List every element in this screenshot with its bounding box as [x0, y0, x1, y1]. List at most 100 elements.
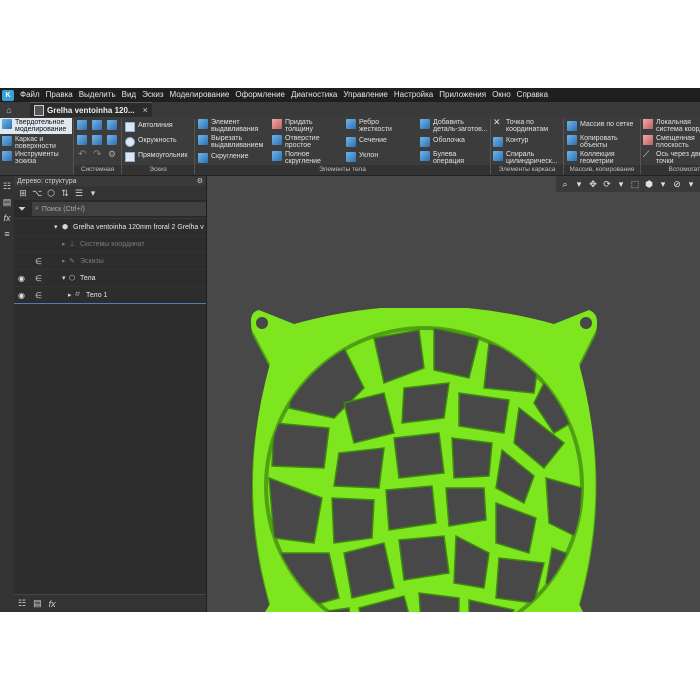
- expand-arrow-icon[interactable]: ▸: [68, 291, 72, 299]
- ribbon-simple-hole[interactable]: Отверстие простое: [272, 135, 326, 149]
- mode-sketch-tools[interactable]: Инструменты эскиза: [0, 151, 72, 165]
- chevron-down-icon[interactable]: ▾: [573, 178, 585, 190]
- display-mode-icon[interactable]: ⬢: [643, 178, 655, 190]
- ribbon-rib[interactable]: Ребро жесткости: [346, 119, 396, 133]
- settings-icon[interactable]: ⚙: [108, 149, 116, 160]
- extrude-icon: [198, 119, 208, 129]
- ribbon-boolean[interactable]: Булева операция: [420, 151, 466, 165]
- ribbon-autoline[interactable]: Автолиния: [125, 122, 173, 132]
- menu-view[interactable]: Вид: [119, 88, 139, 102]
- ribbon-extrude[interactable]: Элемент выдавливания: [198, 119, 264, 133]
- visibility-icon[interactable]: ⊘: [671, 178, 683, 190]
- ribbon-local-cs[interactable]: Локальная система коорд: [643, 119, 700, 133]
- menu-settings[interactable]: Настройка: [391, 88, 436, 102]
- ribbon-add-blank[interactable]: Добавить деталь-заготов...: [420, 119, 490, 133]
- fx-icon[interactable]: fx: [1, 212, 13, 224]
- print-icon[interactable]: [77, 135, 87, 145]
- filter-icon[interactable]: ⏷: [14, 204, 30, 215]
- tree-bodies-label: Тела: [80, 274, 96, 282]
- menu-control[interactable]: Управление: [340, 88, 390, 102]
- properties-icon[interactable]: [107, 135, 117, 145]
- eye-icon[interactable]: ◉: [18, 291, 28, 300]
- ribbon-contour[interactable]: Контур: [493, 137, 528, 147]
- chevron-down-icon[interactable]: ▾: [657, 178, 669, 190]
- close-icon[interactable]: ×: [143, 105, 148, 115]
- search-input[interactable]: ⌕ Поиск (Ctrl+/): [32, 202, 206, 216]
- properties-tab-icon[interactable]: ▤: [33, 598, 42, 609]
- menu-modeling[interactable]: Моделирование: [166, 88, 232, 102]
- layers-icon[interactable]: ≡: [1, 228, 13, 240]
- body-filter-icon[interactable]: ⬡: [46, 188, 56, 198]
- ribbon-axis-two-points[interactable]: ⟋ Ось через две точки: [643, 150, 700, 166]
- mode-solid-modeling[interactable]: Твердотельное моделирование: [0, 118, 72, 134]
- ribbon-offset-plane[interactable]: Смещенная плоскость: [643, 135, 700, 149]
- menu-diagnostics[interactable]: Диагностика: [288, 88, 340, 102]
- menu-edit[interactable]: Правка: [43, 88, 76, 102]
- include-icon[interactable]: ∈: [35, 257, 45, 266]
- tree-tab-icon[interactable]: ☷: [18, 598, 26, 609]
- expand-arrow-icon[interactable]: ▸: [62, 240, 66, 248]
- ribbon-circle[interactable]: Окружность: [125, 137, 177, 147]
- include-icon[interactable]: ∈: [35, 274, 45, 283]
- expand-arrow-icon[interactable]: ▸: [62, 257, 66, 265]
- menu-window[interactable]: Окно: [489, 88, 514, 102]
- local-cs-icon: [643, 119, 653, 129]
- include-icon[interactable]: ∈: [35, 291, 45, 300]
- app-logo-icon[interactable]: K: [2, 89, 14, 101]
- fan-grille-model[interactable]: [234, 308, 614, 612]
- ribbon-rectangle[interactable]: Прямоугольник: [125, 152, 187, 162]
- open-file-icon[interactable]: [92, 120, 102, 130]
- menu-select[interactable]: Выделить: [76, 88, 119, 102]
- eye-icon[interactable]: ◉: [18, 274, 28, 283]
- undo-icon[interactable]: ↶: [78, 149, 86, 160]
- chevron-down-icon[interactable]: ▾: [615, 178, 627, 190]
- pan-icon[interactable]: ✥: [587, 178, 599, 190]
- 3d-viewport[interactable]: ⌕ ▾ ✥ ⟳ ▾ ⬚ ⬢ ▾ ⊘ ▾: [207, 176, 700, 612]
- ribbon-fillet[interactable]: Скругление: [198, 153, 248, 163]
- expand-arrow-icon[interactable]: ▾: [62, 274, 66, 282]
- ribbon-section[interactable]: Сечение: [346, 137, 387, 147]
- save-icon[interactable]: [107, 120, 117, 130]
- menu-file[interactable]: Файл: [17, 88, 43, 102]
- save-all-icon[interactable]: [92, 135, 102, 145]
- tree-row-body1[interactable]: ◉ ∈ ▸ ⌭ Тело 1: [14, 287, 206, 304]
- sort-icon[interactable]: ⇅: [60, 188, 70, 198]
- properties-panel-icon[interactable]: ▤: [1, 196, 13, 208]
- ribbon-full-fillet[interactable]: Полное скругление: [272, 151, 326, 165]
- ribbon-point-coords[interactable]: ✕ Точка по координатам: [493, 118, 557, 134]
- tree-row-root[interactable]: ▾ ⬢ Grelha ventoinha 120mm froral 2 Grel…: [14, 219, 206, 236]
- expand-arrow-icon[interactable]: ▾: [54, 223, 58, 231]
- ribbon-geometry-collection[interactable]: Коллекция геометрии: [567, 151, 625, 165]
- tree-row-sketches[interactable]: ∈ ▸ ✎ Эскизы: [14, 253, 206, 270]
- home-icon[interactable]: ⌂: [2, 103, 16, 116]
- mode-wireframe-surfaces[interactable]: Каркас и поверхности: [0, 136, 72, 150]
- orientation-icon[interactable]: ⬚: [629, 178, 641, 190]
- ribbon-helix[interactable]: Спираль цилиндрическ...: [493, 151, 561, 165]
- redo-icon[interactable]: ↷: [93, 149, 101, 160]
- ribbon-cut-extrude[interactable]: Вырезать выдавливанием: [198, 135, 268, 149]
- menu-applications[interactable]: Приложения: [436, 88, 489, 102]
- gear-icon[interactable]: ⚙: [197, 177, 203, 185]
- ribbon-copy-objects[interactable]: Копировать объекты: [567, 135, 625, 149]
- tree-root-label: Grelha ventoinha 120mm froral 2 Grelha v: [73, 223, 204, 231]
- zoom-icon[interactable]: ⌕: [559, 178, 571, 190]
- structure-view-icon[interactable]: ⊞: [18, 188, 28, 198]
- new-file-icon[interactable]: [77, 120, 87, 130]
- chevron-down-icon[interactable]: ▾: [685, 178, 697, 190]
- ribbon-shell[interactable]: Оболочка: [420, 137, 465, 147]
- menu-help[interactable]: Справка: [514, 88, 551, 102]
- ribbon-draft[interactable]: Уклон: [346, 152, 378, 162]
- ribbon-grid-array[interactable]: Массив по сетке: [567, 121, 633, 131]
- hierarchy-icon[interactable]: ☰: [74, 188, 84, 198]
- chevron-down-icon[interactable]: ▾: [88, 188, 98, 198]
- variables-tab-icon[interactable]: fx: [49, 599, 56, 609]
- tab-document[interactable]: Grelha ventoinha 120... ×: [30, 102, 152, 117]
- menu-design[interactable]: Оформление: [232, 88, 288, 102]
- menu-sketch[interactable]: Эскиз: [139, 88, 166, 102]
- tree-icon[interactable]: ☷: [1, 180, 13, 192]
- tree-row-coordinate-systems[interactable]: ▸ ⊥ Системы координат: [14, 236, 206, 253]
- ribbon-thicken[interactable]: Придать толщину: [272, 119, 326, 133]
- components-icon[interactable]: ⌥: [32, 188, 42, 198]
- tree-row-bodies[interactable]: ◉ ∈ ▾ ⬡ Тела: [14, 270, 206, 287]
- rotate-icon[interactable]: ⟳: [601, 178, 613, 190]
